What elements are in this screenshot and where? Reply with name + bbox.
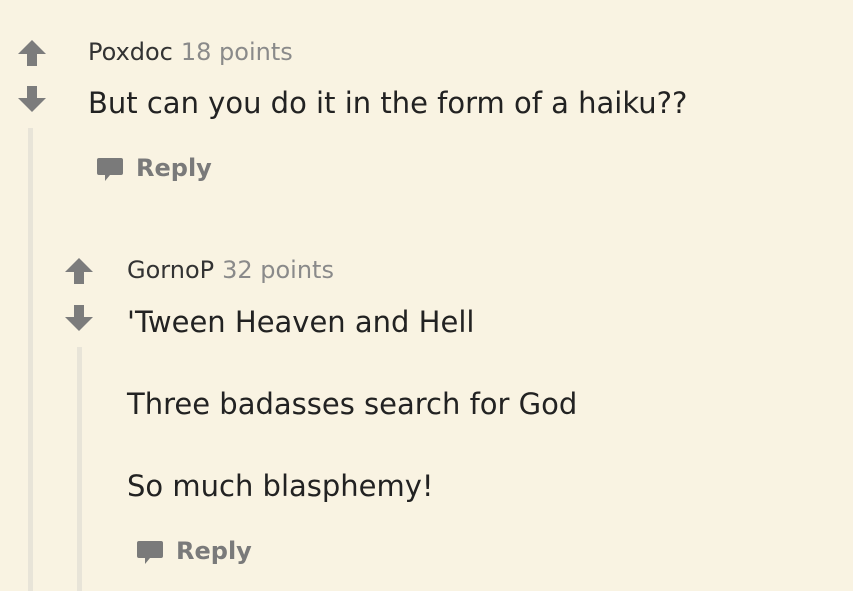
speech-bubble-icon xyxy=(136,537,164,565)
reply-label: Reply xyxy=(176,537,252,565)
comment-points: 32 points xyxy=(222,256,334,284)
comment-meta: GornoP 32 points xyxy=(127,255,334,285)
comment-body-line: 'Tween Heaven and Hell xyxy=(127,305,475,339)
reply-button[interactable]: Reply xyxy=(136,536,252,566)
comment-author[interactable]: Poxdoc xyxy=(88,38,173,66)
comment-author[interactable]: GornoP xyxy=(127,256,214,284)
reply-button[interactable]: Reply xyxy=(96,153,212,183)
reply-label: Reply xyxy=(136,154,212,182)
arrow-down-icon xyxy=(65,305,93,331)
thread-collapse-line[interactable] xyxy=(77,347,82,591)
thread-collapse-line[interactable] xyxy=(28,128,33,591)
comment-body-line: So much blasphemy! xyxy=(127,469,434,503)
arrow-down-icon xyxy=(18,86,46,112)
comment-points: 18 points xyxy=(180,38,293,66)
arrow-up-icon xyxy=(18,40,46,66)
arrow-up-icon xyxy=(65,258,93,284)
downvote-button[interactable] xyxy=(17,84,47,114)
upvote-button[interactable] xyxy=(64,256,94,286)
upvote-button[interactable] xyxy=(17,38,47,68)
speech-bubble-icon xyxy=(96,154,124,182)
comment-body: But can you do it in the form of a haiku… xyxy=(88,86,688,120)
comment-thread: Poxdoc 18 points But can you do it in the… xyxy=(0,0,853,591)
downvote-button[interactable] xyxy=(64,303,94,333)
comment-meta: Poxdoc 18 points xyxy=(88,37,293,67)
comment-body-line: Three badasses search for God xyxy=(127,387,578,421)
